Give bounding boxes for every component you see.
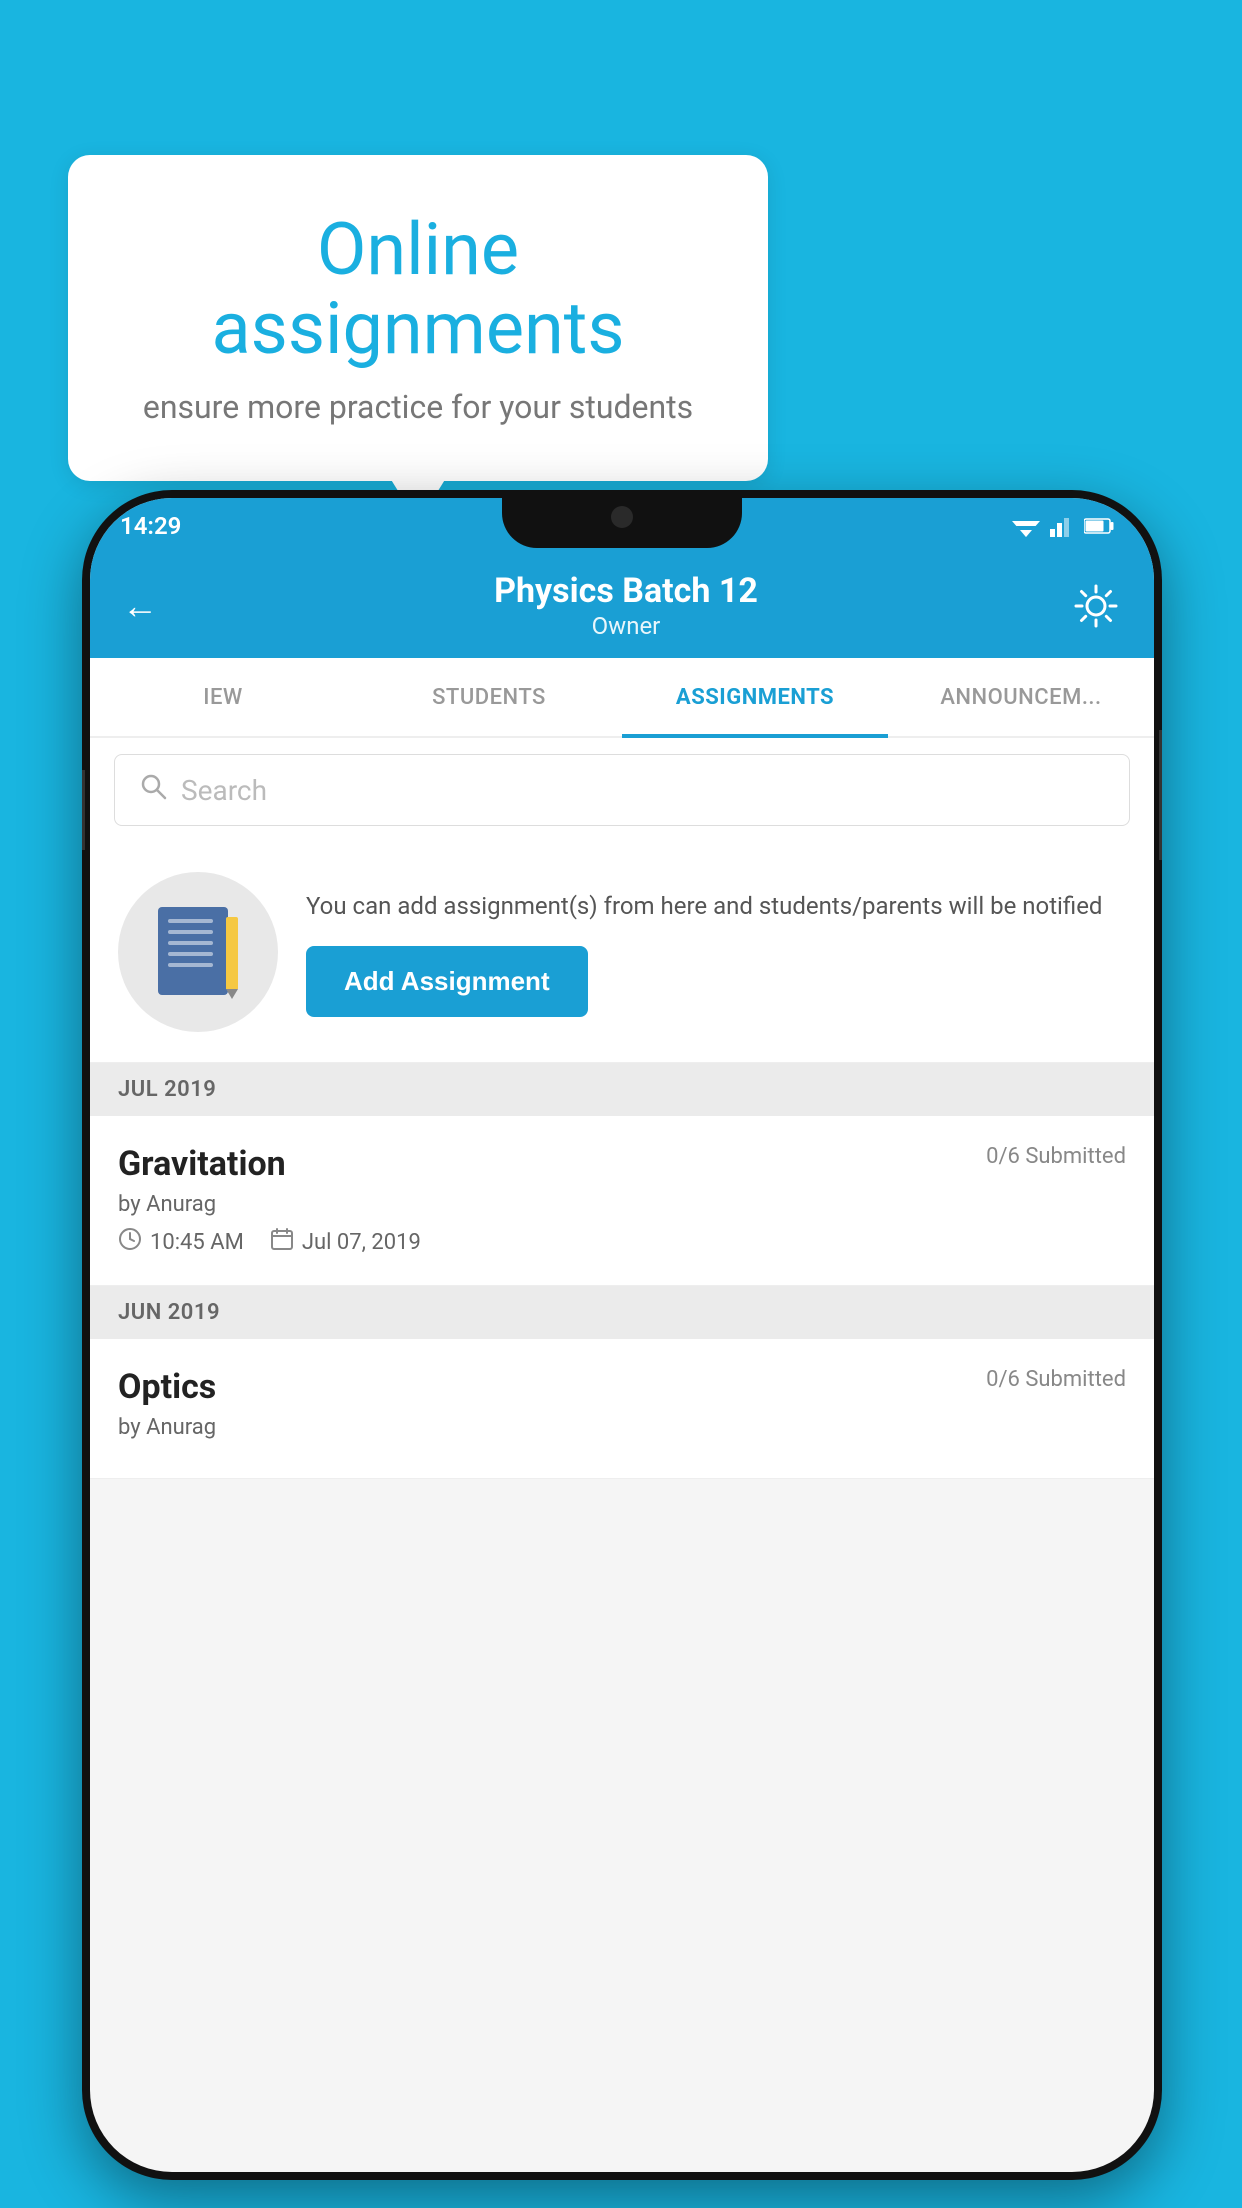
- notebook-line: [168, 952, 213, 956]
- status-time: 14:29: [120, 512, 181, 540]
- notebook-body: [158, 907, 228, 995]
- assignment-time: 10:45 AM: [118, 1227, 244, 1257]
- promo-description: You can add assignment(s) from here and …: [306, 888, 1126, 924]
- signal-icon: [1050, 515, 1074, 537]
- promo-content: You can add assignment(s) from here and …: [306, 888, 1126, 1017]
- add-assignment-button[interactable]: Add Assignment: [306, 946, 588, 1017]
- assignment-submitted-optics: 0/6 Submitted: [986, 1367, 1126, 1392]
- time-value: 10:45 AM: [150, 1230, 244, 1255]
- assignment-date: Jul 07, 2019: [270, 1227, 421, 1257]
- assignment-name: Gravitation: [118, 1144, 286, 1184]
- calendar-icon: [270, 1227, 294, 1257]
- speech-bubble: Online assignments ensure more practice …: [68, 155, 768, 481]
- date-value: Jul 07, 2019: [302, 1230, 421, 1255]
- tab-assignments[interactable]: ASSIGNMENTS: [622, 658, 888, 736]
- app-header: ← Physics Batch 12 Owner: [90, 553, 1154, 658]
- clock-icon: [118, 1227, 142, 1257]
- section-header-jul2019: JUL 2019: [90, 1063, 1154, 1116]
- promo-section: You can add assignment(s) from here and …: [90, 842, 1154, 1063]
- bubble-subtitle: ensure more practice for your students: [128, 388, 708, 426]
- assignment-meta: 10:45 AM Jul 07, 2019: [118, 1227, 1126, 1257]
- phone-screen: 14:29 ←: [90, 498, 1154, 2172]
- status-icons: [1012, 515, 1114, 537]
- assignment-row1-optics: Optics 0/6 Submitted: [118, 1367, 1126, 1407]
- search-placeholder: Search: [181, 774, 267, 807]
- side-button-left: [82, 770, 85, 850]
- phone-frame: 14:29 ←: [82, 490, 1162, 2180]
- promo-icon-circle: [118, 872, 278, 1032]
- assignment-item-optics[interactable]: Optics 0/6 Submitted by Anurag: [90, 1339, 1154, 1479]
- assignment-name-optics: Optics: [118, 1367, 216, 1407]
- settings-button[interactable]: [1070, 580, 1122, 632]
- assignment-submitted: 0/6 Submitted: [986, 1144, 1126, 1169]
- bubble-title: Online assignments: [128, 210, 708, 368]
- back-button[interactable]: ←: [122, 585, 182, 627]
- assignment-author-optics: by Anurag: [118, 1415, 1126, 1440]
- camera: [611, 506, 633, 528]
- tabs-bar: IEW STUDENTS ASSIGNMENTS ANNOUNCEM...: [90, 658, 1154, 738]
- phone-notch: [502, 490, 742, 548]
- assignment-author: by Anurag: [118, 1192, 1126, 1217]
- search-container: Search: [90, 738, 1154, 842]
- assignment-row1: Gravitation 0/6 Submitted: [118, 1144, 1126, 1184]
- side-button-right: [1159, 730, 1162, 860]
- header-subtitle: Owner: [182, 612, 1070, 640]
- header-title-area: Physics Batch 12 Owner: [182, 571, 1070, 640]
- tab-announcements[interactable]: ANNOUNCEM...: [888, 658, 1154, 736]
- notebook-line: [168, 963, 213, 967]
- notebook-line: [168, 930, 213, 934]
- gear-icon: [1070, 580, 1122, 632]
- tab-students[interactable]: STUDENTS: [356, 658, 622, 736]
- notebook-line: [168, 919, 213, 923]
- section-header-jun2019: JUN 2019: [90, 1286, 1154, 1339]
- pencil-icon: [226, 917, 238, 989]
- battery-icon: [1084, 517, 1114, 535]
- notebook-icon: [158, 907, 238, 997]
- search-icon: [139, 772, 167, 808]
- notebook-line: [168, 941, 213, 945]
- notebook-lines: [168, 919, 213, 974]
- header-title: Physics Batch 12: [182, 571, 1070, 612]
- speech-bubble-container: Online assignments ensure more practice …: [68, 155, 768, 481]
- assignment-item-gravitation[interactable]: Gravitation 0/6 Submitted by Anurag 10:4…: [90, 1116, 1154, 1286]
- search-bar[interactable]: Search: [114, 754, 1130, 826]
- wifi-icon: [1012, 515, 1040, 537]
- tab-iew[interactable]: IEW: [90, 658, 356, 736]
